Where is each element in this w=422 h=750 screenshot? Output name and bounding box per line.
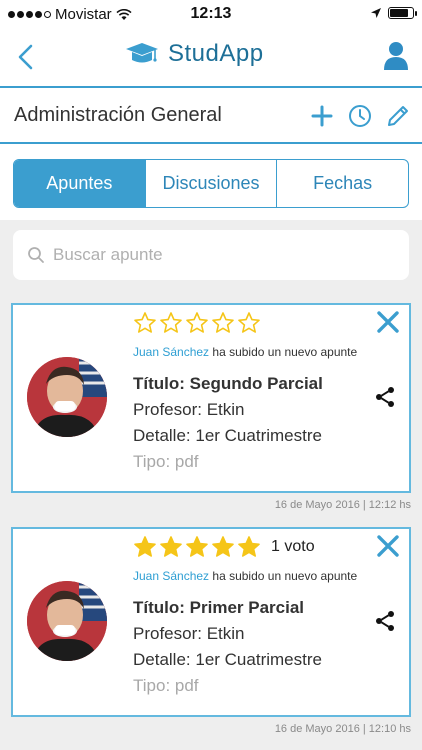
vote-count: 1 voto [271,538,315,555]
battery-icon [388,7,417,19]
star-filled-icon[interactable] [185,535,209,559]
activity-text: Juan Sánchez ha subido un nuevo apunte [133,345,357,359]
note-type: Tipo: pdf [133,676,199,695]
edit-button[interactable] [384,102,412,130]
add-icon [311,105,333,127]
activity-action: ha subido un nuevo apunte [209,569,358,583]
star-outline-icon[interactable] [159,311,183,335]
tab-fechas[interactable]: Fechas [277,160,408,207]
add-button[interactable] [308,102,336,130]
notes-feed: Juan Sánchez ha subido un nuevo apunte T… [0,220,422,750]
note-title: Título: Segundo Parcial [133,374,323,393]
search-icon [28,247,44,263]
brand-name: StudApp [168,40,264,67]
note-professor: Profesor: Etkin [133,400,245,419]
history-button[interactable] [346,102,374,130]
search-bar [13,230,409,280]
subject-bar: Administración General [0,90,422,144]
star-outline-icon[interactable] [185,311,209,335]
tab-discusiones[interactable]: Discusiones [146,160,278,207]
note-title: Título: Primer Parcial [133,598,304,617]
note-details: Título: Segundo Parcial Profesor: Etkin … [133,371,323,475]
avatar [27,581,107,661]
note-detail: Detalle: 1er Cuatrimestre [133,426,322,445]
star-filled-icon[interactable] [159,535,183,559]
tab-apuntes[interactable]: Apuntes [14,160,146,207]
app-header: StudApp [0,30,422,88]
star-rating[interactable]: 1 voto [133,535,315,559]
note-timestamp: 16 de Mayo 2016 | 12:10 hs [274,723,411,735]
share-icon[interactable] [373,609,397,633]
status-bar: Movistar 12:13 [0,0,422,30]
note-professor: Profesor: Etkin [133,624,245,643]
search-input[interactable] [53,245,373,265]
location-arrow-icon [371,8,381,18]
close-icon[interactable] [375,533,401,559]
clock: 12:13 [190,5,232,22]
activity-action: ha subido un nuevo apunte [209,345,358,359]
author-link[interactable]: Juan Sánchez [133,345,209,359]
note-detail: Detalle: 1er Cuatrimestre [133,650,322,669]
note-details: Título: Primer Parcial Profesor: Etkin D… [133,595,322,699]
star-outline-icon[interactable] [237,311,261,335]
user-profile-icon[interactable] [382,40,410,72]
note-type: Tipo: pdf [133,452,199,471]
star-rating[interactable] [133,311,261,335]
brand: StudApp [124,40,264,68]
clock-icon [349,105,371,127]
close-icon[interactable] [375,309,401,335]
subject-title: Administración General [14,104,222,126]
note-card[interactable]: Juan Sánchez ha subido un nuevo apunte T… [11,303,411,493]
star-filled-icon[interactable] [133,535,157,559]
star-filled-icon[interactable] [237,535,261,559]
star-filled-icon[interactable] [211,535,235,559]
avatar [27,357,107,437]
note-timestamp: 16 de Mayo 2016 | 12:12 hs [274,499,411,511]
back-chevron-icon[interactable] [12,42,42,72]
star-outline-icon[interactable] [211,311,235,335]
segmented-tabs: Apuntes Discusiones Fechas [13,159,409,208]
note-card[interactable]: 1 voto Juan Sánchez ha subido un nuevo a… [11,527,411,717]
activity-text: Juan Sánchez ha subido un nuevo apunte [133,569,357,583]
pencil-icon [388,106,408,126]
star-outline-icon[interactable] [133,311,157,335]
author-link[interactable]: Juan Sánchez [133,569,209,583]
share-icon[interactable] [373,385,397,409]
graduation-cap-icon [126,43,158,63]
